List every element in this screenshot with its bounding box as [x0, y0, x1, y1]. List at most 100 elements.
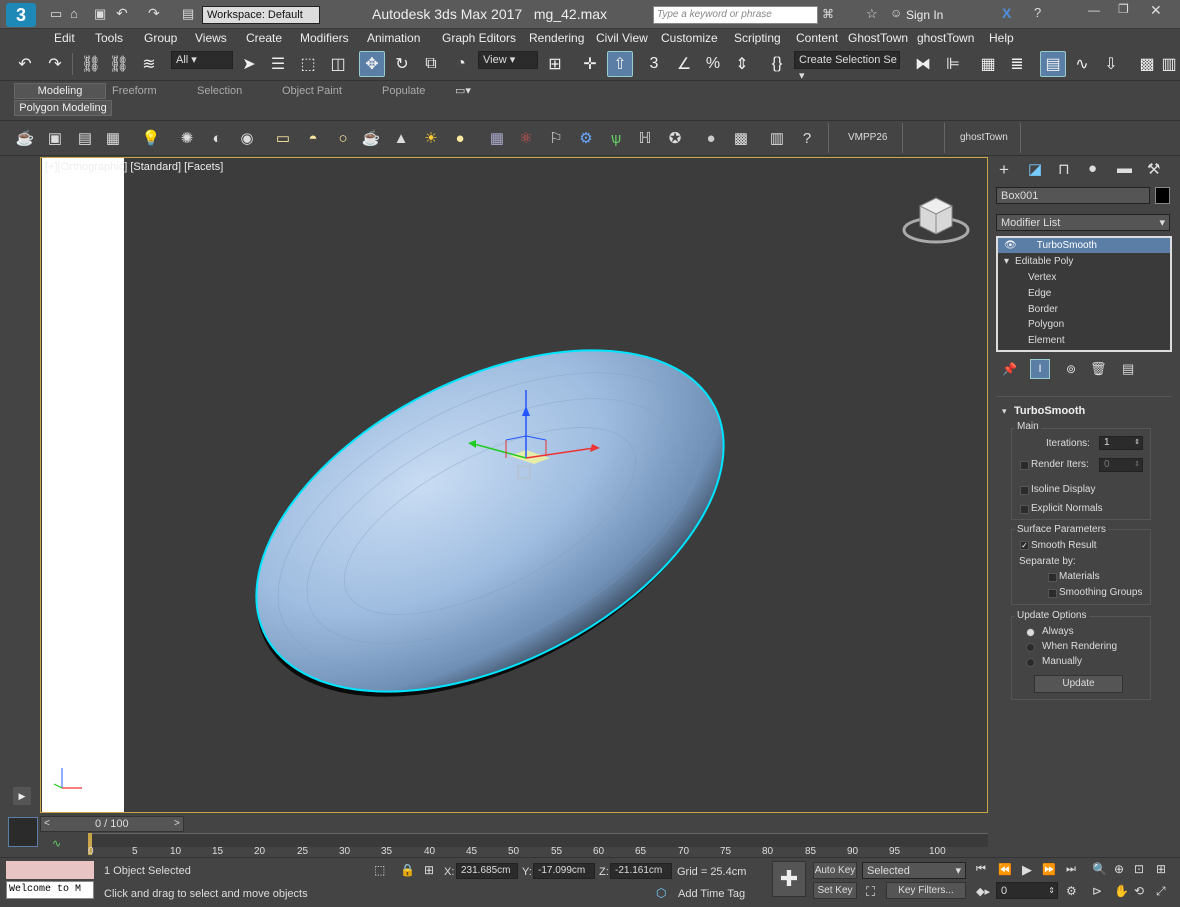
rollout-toggle-icon[interactable]: ▾ [1002, 406, 1007, 417]
bind-space-warp-icon[interactable]: ≋ [136, 51, 162, 77]
binoculars-icon[interactable]: ⌘ [822, 7, 834, 21]
remove-modifier-icon[interactable]: 🗑 [1090, 361, 1107, 377]
menu-tools[interactable]: Tools [95, 29, 123, 47]
current-frame-field[interactable]: 0 ⇕ [996, 882, 1058, 899]
named-selection-dropdown[interactable]: Create Selection Se ▾ [794, 51, 900, 82]
next-frame-icon[interactable]: ⏩ [1042, 863, 1056, 876]
project-icon[interactable]: ▤ [182, 6, 194, 22]
stack-item-border[interactable]: Border [998, 302, 1170, 317]
key-mode-dropdown[interactable]: Selected ▾ [862, 862, 966, 879]
align-icon[interactable]: ⊫ [940, 51, 966, 77]
time-config-icon[interactable]: ⚙ [1066, 884, 1077, 898]
schematic-view-icon[interactable]: ⇩ [1098, 51, 1124, 77]
sphere-icon[interactable]: ● [700, 127, 722, 149]
display-tab-icon[interactable]: ▬ [1117, 160, 1132, 177]
selected-object-box001[interactable] [201, 280, 779, 766]
move-icon[interactable]: ✥ [359, 51, 385, 77]
proxy-icon[interactable]: ▦ [486, 127, 508, 149]
key-filters-button[interactable]: Key Filters... [886, 882, 966, 899]
place-icon[interactable]: ◔ [448, 51, 474, 77]
render-frame-icon[interactable]: ▣ [44, 127, 66, 149]
save-icon[interactable]: ▣ [94, 6, 106, 22]
make-unique-icon[interactable]: ⊚ [1066, 362, 1076, 376]
maxscript-listener-pink[interactable] [6, 861, 94, 879]
prev-frame-icon[interactable]: ⏪ [998, 863, 1012, 876]
x-icon[interactable]: X [1002, 5, 1011, 21]
pan-icon[interactable]: ✋ [1114, 884, 1129, 898]
mirror-icon[interactable]: ⧓ [910, 51, 936, 77]
menu-create[interactable]: Create [246, 29, 282, 47]
keyboard-shortcut-icon[interactable]: ⇧ [607, 51, 633, 77]
selection-filter-dropdown[interactable]: All ▾ [171, 51, 233, 69]
fur-icon[interactable]: ѱ [605, 127, 627, 149]
rectangular-region-icon[interactable]: ⬚ [295, 51, 321, 77]
stack-item-turbosmooth[interactable]: 👁 TurboSmooth [998, 238, 1170, 253]
isoline-display-checkbox[interactable] [1020, 486, 1029, 495]
help-icon[interactable]: ? [1034, 5, 1041, 20]
time-tag-icon[interactable]: ⬡ [656, 886, 666, 900]
x-coordinate-field[interactable]: 231.685cm [456, 863, 518, 879]
field-of-view-icon[interactable]: ⊳ [1092, 884, 1102, 898]
ies-light-icon[interactable]: ● [449, 127, 471, 149]
manipulate-icon[interactable]: ✛ [577, 51, 603, 77]
zoom-icon[interactable]: 🔍 [1092, 862, 1107, 876]
spinner-snap-icon[interactable]: ⇕ [729, 51, 755, 77]
edit-named-selection-icon[interactable]: {} [764, 51, 790, 77]
render-setup-icon[interactable]: ▥ [1160, 51, 1178, 77]
when-rendering-radio[interactable] [1026, 643, 1035, 652]
star-icon[interactable]: ☆ [866, 6, 878, 22]
time-slider[interactable]: < 0 / 100 > [40, 816, 184, 832]
zoom-extents-all-icon[interactable]: ⊞ [1156, 862, 1166, 876]
sun-icon[interactable]: ☀ [420, 127, 442, 149]
select-object-icon[interactable]: ➤ [236, 51, 262, 77]
scale-icon[interactable]: ⧉ [418, 51, 444, 77]
curve-editor-icon[interactable]: ∿ [1069, 51, 1095, 77]
create-tab-icon[interactable]: + [999, 160, 1009, 180]
stack-item-editable-poly[interactable]: ▾ Editable Poly [998, 254, 1170, 269]
always-radio[interactable] [1026, 628, 1035, 637]
menu-civil-view[interactable]: Civil View [596, 29, 648, 47]
zoom-extents-icon[interactable]: ⊡ [1134, 862, 1144, 876]
expand-arrow-icon[interactable]: ▶ [13, 787, 31, 805]
spot-light-icon[interactable]: ▲ [390, 127, 412, 149]
smoothing-groups-checkbox[interactable] [1048, 589, 1057, 598]
percent-snap-icon[interactable]: % [700, 51, 726, 77]
sphere-light-icon[interactable]: ○ [332, 127, 354, 149]
link-icon[interactable]: ⛓ [78, 51, 104, 77]
smooth-result-checkbox[interactable]: ✓ [1020, 541, 1029, 550]
absolute-mode-icon[interactable]: ⊞ [424, 863, 434, 877]
lock-icon[interactable]: 🔒 [400, 863, 415, 877]
mesh-light-icon[interactable]: ☕ [360, 127, 382, 149]
menu-scripting[interactable]: Scripting [734, 29, 781, 47]
menu-edit[interactable]: Edit [54, 29, 75, 47]
viewport-layout-icon[interactable] [8, 817, 38, 847]
utilities-tab-icon[interactable]: ⚒ [1147, 160, 1160, 178]
workspace-dropdown[interactable]: Workspace: Default [202, 6, 320, 24]
molecule-icon[interactable]: ⚛ [515, 127, 537, 149]
unlink-icon[interactable]: ⛓ [106, 51, 132, 77]
goto-start-icon[interactable]: ⏮ [976, 863, 986, 876]
menu-group[interactable]: Group [144, 29, 177, 47]
ghosttown-label[interactable]: ghostTown [960, 132, 1008, 143]
time-prev-icon[interactable]: < [44, 818, 50, 829]
menu-views[interactable]: Views [195, 29, 227, 47]
maximize-viewport-icon[interactable]: ⤢ [1156, 884, 1166, 899]
stack-item-element[interactable]: Element [998, 333, 1170, 348]
material-editor-icon[interactable]: ▩ [1134, 51, 1160, 77]
minimize-icon[interactable]: — [1088, 3, 1100, 17]
menu-ghosttown[interactable]: GhostTown [848, 29, 908, 47]
menu-rendering[interactable]: Rendering [529, 29, 584, 47]
menu-animation[interactable]: Animation [367, 29, 420, 47]
zoom-all-icon[interactable]: ⊕ [1114, 862, 1124, 876]
rotate-icon[interactable]: ↻ [389, 51, 415, 77]
plane-light-icon[interactable]: ▭ [272, 127, 294, 149]
manually-radio[interactable] [1026, 658, 1035, 667]
tab-modeling[interactable]: Modeling [14, 83, 106, 99]
reference-coord-dropdown[interactable]: View ▾ [478, 51, 538, 69]
viewcube-icon[interactable] [902, 197, 970, 244]
material-grid-icon[interactable]: ▩ [730, 127, 752, 149]
pivot-icon[interactable]: ⊞ [542, 51, 568, 77]
tab-selection[interactable]: Selection [197, 85, 242, 97]
undo-icon[interactable]: ↶ [12, 51, 38, 77]
restore-icon[interactable]: ❐ [1118, 2, 1129, 16]
